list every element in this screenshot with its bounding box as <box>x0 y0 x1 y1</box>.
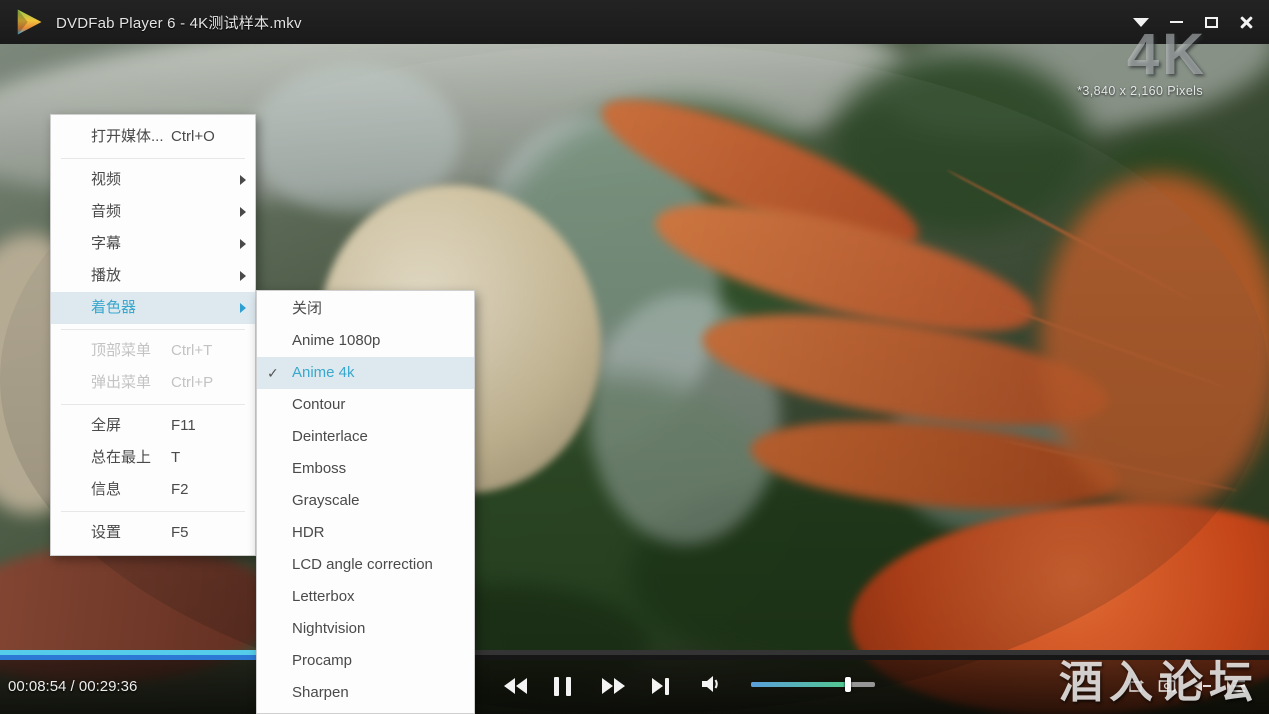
menu-item-settings[interactable]: 设置 F5 <box>51 517 255 549</box>
pause-icon <box>554 677 559 696</box>
menu-item-label: 全屏 <box>91 417 121 434</box>
menu-item-fullscreen[interactable]: 全屏 F11 <box>51 410 255 442</box>
submenu-item-label: Anime 4k <box>292 364 355 381</box>
close-button[interactable] <box>1233 7 1259 37</box>
next-icon-bar <box>665 678 669 695</box>
menu-item-label: 音频 <box>91 203 121 220</box>
submenu-item-grayscale[interactable]: Grayscale <box>257 485 474 517</box>
volume-button[interactable] <box>700 672 722 696</box>
menu-item-label: 视频 <box>91 171 121 188</box>
next-icon <box>652 678 663 694</box>
submenu-item-label: HDR <box>292 524 325 541</box>
menu-item-shortcut: F5 <box>171 517 189 549</box>
submenu-arrow-icon <box>240 207 246 217</box>
dvdfab-logo-icon <box>14 7 44 37</box>
submenu-item-nightvision[interactable]: Nightvision <box>257 613 474 645</box>
menu-item-popup-menu[interactable]: 弹出菜单 Ctrl+P <box>51 367 255 399</box>
submenu-arrow-icon <box>240 303 246 313</box>
menu-item-video[interactable]: 视频 <box>51 164 255 196</box>
submenu-item-hdr[interactable]: HDR <box>257 517 474 549</box>
submenu-item-label: Grayscale <box>292 492 360 509</box>
submenu-item-label: Procamp <box>292 652 352 669</box>
menu-item-label: 顶部菜单 <box>91 342 151 359</box>
menu-item-label: 设置 <box>91 524 121 541</box>
title-bar: DVDFab Player 6 - 4K测试样本.mkv <box>0 0 1269 44</box>
menu-item-label: 弹出菜单 <box>91 374 151 391</box>
menu-item-shader[interactable]: 着色器 <box>51 292 255 324</box>
submenu-item-label: Emboss <box>292 460 346 477</box>
menu-item-label: 总在最上 <box>91 449 151 466</box>
submenu-item-label: Anime 1080p <box>292 332 380 349</box>
menu-separator <box>61 404 245 405</box>
fast-forward-button[interactable] <box>602 674 625 698</box>
submenu-item-label: LCD angle correction <box>292 556 433 573</box>
submenu-item-procamp[interactable]: Procamp <box>257 645 474 677</box>
menu-item-playback[interactable]: 播放 <box>51 260 255 292</box>
submenu-item-label: Deinterlace <box>292 428 368 445</box>
submenu-item-off[interactable]: 关闭 <box>257 293 474 325</box>
menu-item-shortcut: Ctrl+O <box>171 121 215 153</box>
submenu-item-anime-4k[interactable]: ✓ Anime 4k <box>257 357 474 389</box>
submenu-arrow-icon <box>240 175 246 185</box>
rewind-icon <box>516 678 527 694</box>
forum-watermark: 酒入论坛 <box>1059 646 1259 710</box>
context-menu: 打开媒体... Ctrl+O 视频 音频 字幕 播放 着色器 顶部菜单 Ctrl… <box>50 114 256 556</box>
menu-item-shortcut: F2 <box>171 474 189 506</box>
submenu-item-label: Sharpen <box>292 684 349 701</box>
submenu-item-emboss[interactable]: Emboss <box>257 453 474 485</box>
rewind-icon <box>504 678 515 694</box>
close-icon <box>1240 16 1253 29</box>
submenu-item-contour[interactable]: Contour <box>257 389 474 421</box>
menu-item-label: 着色器 <box>91 299 136 316</box>
menu-item-subtitle[interactable]: 字幕 <box>51 228 255 260</box>
next-track-button[interactable] <box>652 674 669 698</box>
menu-item-label: 播放 <box>91 267 121 284</box>
submenu-item-label: Nightvision <box>292 620 365 637</box>
rewind-button[interactable] <box>504 674 527 698</box>
pause-button[interactable] <box>554 674 571 698</box>
menu-separator <box>61 329 245 330</box>
menu-separator <box>61 158 245 159</box>
volume-slider[interactable] <box>751 682 875 687</box>
submenu-item-lcd-angle-correction[interactable]: LCD angle correction <box>257 549 474 581</box>
menu-item-shortcut: F11 <box>171 410 196 442</box>
submenu-item-label: Letterbox <box>292 588 355 605</box>
submenu-arrow-icon <box>240 239 246 249</box>
volume-icon <box>700 673 722 695</box>
submenu-item-label: 关闭 <box>292 300 322 317</box>
menu-item-shortcut: Ctrl+P <box>171 367 213 399</box>
menu-item-label: 打开媒体... <box>91 128 164 145</box>
menu-item-audio[interactable]: 音频 <box>51 196 255 228</box>
submenu-item-label: Contour <box>292 396 345 413</box>
submenu-item-anime-1080p[interactable]: Anime 1080p <box>257 325 474 357</box>
menu-item-shortcut: T <box>171 442 180 474</box>
submenu-item-deinterlace[interactable]: Deinterlace <box>257 421 474 453</box>
4k-badge: 4K <box>1127 26 1207 84</box>
time-display: 00:08:54 / 00:29:36 <box>8 678 137 695</box>
submenu-item-letterbox[interactable]: Letterbox <box>257 581 474 613</box>
pause-icon <box>566 677 571 696</box>
menu-item-label: 字幕 <box>91 235 121 252</box>
menu-item-top-menu[interactable]: 顶部菜单 Ctrl+T <box>51 335 255 367</box>
menu-item-shortcut: Ctrl+T <box>171 335 212 367</box>
player-window: DVDFab Player 6 - 4K测试样本.mkv 4K *3,840 x… <box>0 0 1269 714</box>
window-title: DVDFab Player 6 - 4K测试样本.mkv <box>56 12 302 33</box>
resolution-label: *3,840 x 2,160 Pixels <box>1077 84 1203 98</box>
menu-item-open-media[interactable]: 打开媒体... Ctrl+O <box>51 121 255 153</box>
fast-forward-icon <box>614 678 625 694</box>
submenu-arrow-icon <box>240 271 246 281</box>
menu-separator <box>61 511 245 512</box>
menu-item-always-on-top[interactable]: 总在最上 T <box>51 442 255 474</box>
volume-handle[interactable] <box>845 677 851 692</box>
check-icon: ✓ <box>267 357 279 389</box>
submenu-item-sharpen[interactable]: Sharpen <box>257 677 474 709</box>
menu-item-info[interactable]: 信息 F2 <box>51 474 255 506</box>
shader-submenu: 关闭 Anime 1080p ✓ Anime 4k Contour Deinte… <box>256 290 475 714</box>
fast-forward-icon <box>602 678 613 694</box>
control-bar: 00:08:54 / 00:29:36 <box>0 650 1269 714</box>
volume-fill <box>751 682 848 687</box>
menu-item-label: 信息 <box>91 481 121 498</box>
